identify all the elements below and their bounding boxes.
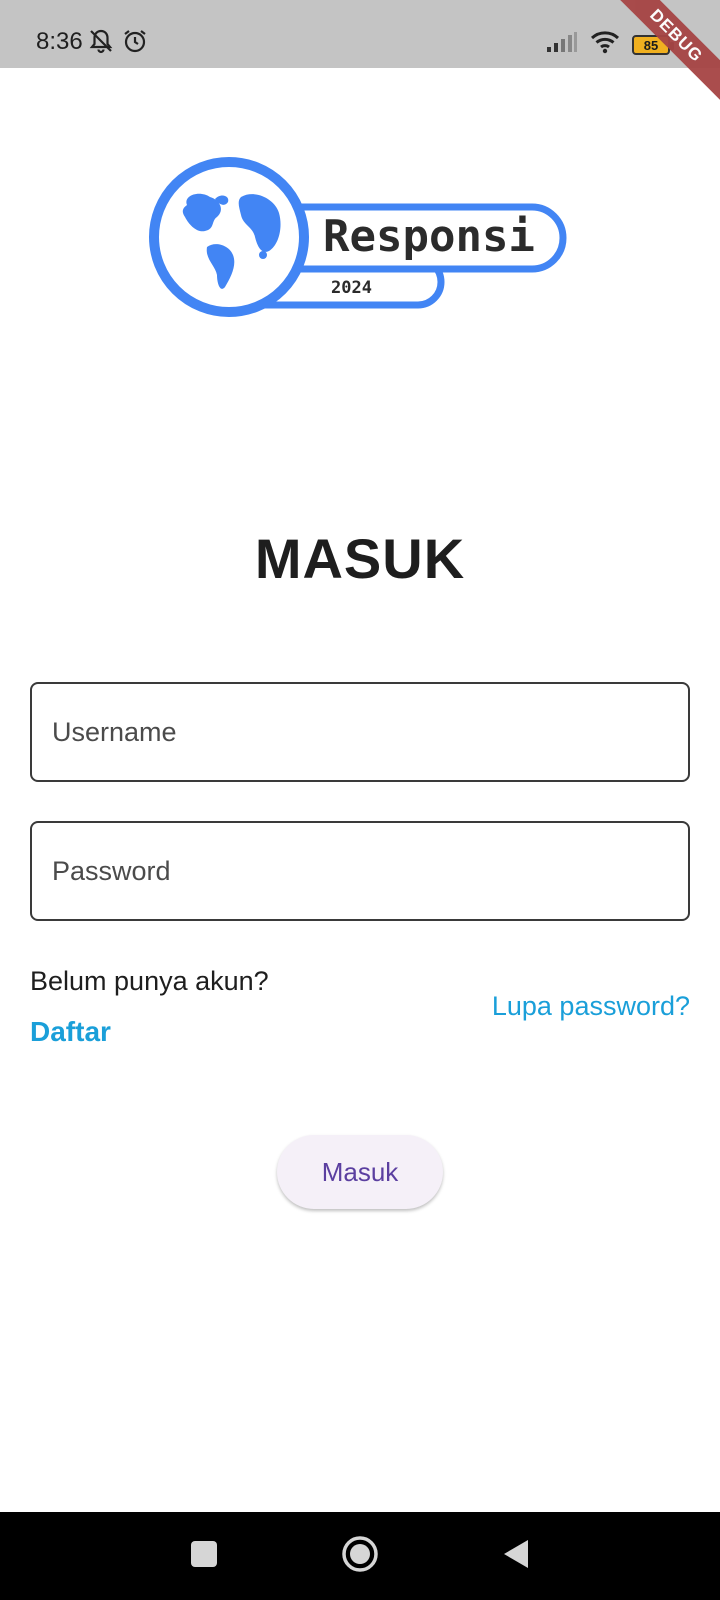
register-link[interactable]: Daftar bbox=[30, 1016, 111, 1048]
password-input[interactable] bbox=[32, 823, 688, 919]
wifi-icon bbox=[590, 30, 620, 59]
page-title: MASUK bbox=[254, 527, 466, 590]
navigation-bar bbox=[0, 1512, 720, 1600]
forgot-password-link[interactable]: Lupa password? bbox=[492, 991, 690, 1022]
alarm-icon bbox=[122, 28, 148, 59]
username-input[interactable] bbox=[32, 684, 688, 780]
app-logo: Responsi 2024 bbox=[145, 155, 575, 325]
status-right-icons: 85 bbox=[546, 30, 674, 59]
status-time: 8:36 bbox=[36, 28, 83, 55]
bell-off-icon bbox=[88, 28, 114, 59]
password-field[interactable] bbox=[30, 821, 690, 921]
logo-year: 2024 bbox=[331, 278, 372, 298]
status-bar: 8:36 85 bbox=[0, 0, 720, 68]
no-account-prompt: Belum punya akun? bbox=[30, 966, 269, 996]
recents-button[interactable] bbox=[184, 1536, 224, 1576]
home-button[interactable] bbox=[340, 1535, 380, 1578]
back-icon bbox=[502, 1538, 530, 1575]
status-left-icons bbox=[88, 28, 148, 59]
username-field[interactable] bbox=[30, 682, 690, 782]
home-icon bbox=[341, 1535, 379, 1578]
back-button[interactable] bbox=[496, 1536, 536, 1576]
login-button[interactable]: Masuk bbox=[277, 1135, 443, 1209]
logo-name: Responsi bbox=[323, 211, 535, 262]
signal-icon bbox=[546, 31, 578, 58]
recents-icon bbox=[190, 1540, 218, 1573]
